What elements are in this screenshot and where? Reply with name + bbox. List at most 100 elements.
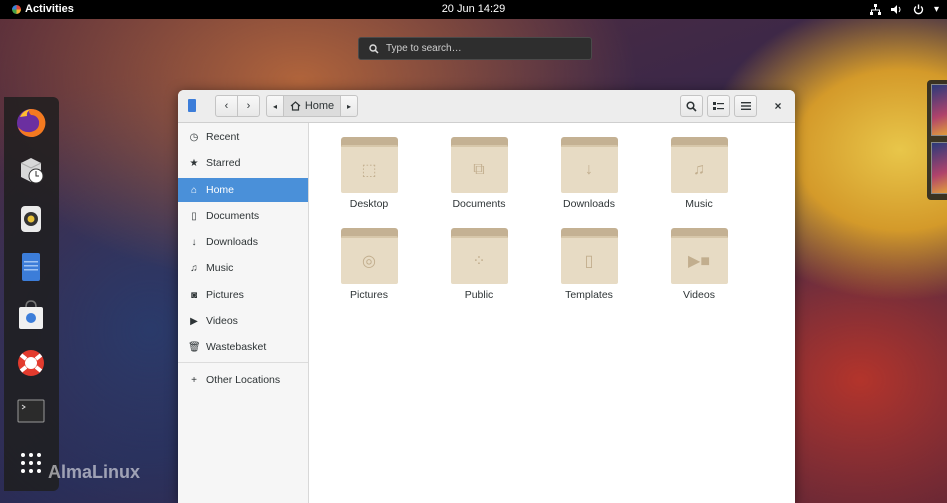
folder-icon: ⬚ xyxy=(340,137,398,193)
downloads-icon: ↓ xyxy=(585,161,593,178)
workspace-thumbnail[interactable] xyxy=(931,84,947,136)
sidebar-item-label: Wastebasket xyxy=(206,341,267,353)
search-input[interactable]: Type to search… xyxy=(358,37,592,60)
search-icon xyxy=(686,100,697,112)
video-icon: ▶ xyxy=(190,315,198,327)
folder-label: Videos xyxy=(683,289,715,301)
sidebar-item-label: Videos xyxy=(206,315,238,327)
folder-icon: ⁘ xyxy=(450,228,508,284)
music-icon: ♫ xyxy=(693,161,705,178)
firefox-icon[interactable] xyxy=(15,107,47,139)
network-icon xyxy=(869,4,881,15)
forward-button[interactable]: › xyxy=(237,95,260,117)
pictures-icon: ◎ xyxy=(362,253,376,270)
folder-label: Desktop xyxy=(349,198,389,210)
path-home-label: Home xyxy=(304,100,335,112)
top-bar: Activities 20 Jun 14:29 ▾ xyxy=(0,0,947,19)
list-view-icon xyxy=(713,101,724,110)
path-scroll-right[interactable]: ▸ xyxy=(340,95,358,117)
close-button[interactable]: × xyxy=(770,98,786,114)
share-icon: ⁘ xyxy=(472,253,486,270)
folder-videos[interactable]: ▶■ Videos xyxy=(649,228,749,308)
home-icon xyxy=(290,101,301,111)
chevron-down-icon: ▾ xyxy=(933,4,939,15)
almalinux-watermark: AlmaLinux xyxy=(48,462,140,483)
files-window: ‹ › ◂ Home ▸ × ◷ Recent ★ Starred ⌂ Home… xyxy=(178,90,795,503)
folder-label: Templates xyxy=(565,289,613,301)
software-bag-icon[interactable] xyxy=(15,299,47,331)
sidebar-separator xyxy=(178,362,308,363)
software-icon[interactable] xyxy=(15,155,47,187)
sidebar-item-label: Other Locations xyxy=(206,374,281,386)
sidebar-item-starred[interactable]: ★ Starred xyxy=(178,151,308,175)
system-tray[interactable]: ▾ xyxy=(869,0,939,19)
videos-icon: ▶■ xyxy=(688,253,710,270)
templates-icon: ▯ xyxy=(584,253,594,270)
sidebar-item-downloads[interactable]: ↓ Downloads xyxy=(178,230,308,254)
sidebar-item-recent[interactable]: ◷ Recent xyxy=(178,125,308,149)
sidebar-item-other-locations[interactable]: + Other Locations xyxy=(178,368,308,392)
workspace-thumbnail[interactable] xyxy=(931,142,947,194)
path-scroll-left[interactable]: ◂ xyxy=(266,95,284,117)
power-icon xyxy=(913,4,924,15)
brand-label: AlmaLinux xyxy=(48,462,141,482)
clock[interactable]: 20 Jun 14:29 xyxy=(0,0,947,19)
sidebar-item-wastebasket[interactable]: 🗑︎ Wastebasket xyxy=(178,335,308,359)
workspace-thumbnails[interactable] xyxy=(927,80,947,200)
sidebar-item-label: Documents xyxy=(206,210,260,222)
folder-icon: ⧉ xyxy=(450,137,508,193)
back-button[interactable]: ‹ xyxy=(215,95,238,117)
folder-desktop[interactable]: ⬚ Desktop xyxy=(319,137,419,217)
show-apps-icon[interactable] xyxy=(15,447,47,479)
chevron-right-icon: › xyxy=(246,100,251,112)
camera-icon: ◙ xyxy=(190,289,198,301)
music-icon: ♫ xyxy=(190,262,198,274)
search-placeholder: Type to search… xyxy=(386,43,462,54)
rhythmbox-icon[interactable] xyxy=(15,203,47,235)
plus-icon: + xyxy=(191,374,197,386)
documents-icon: ⧉ xyxy=(473,161,485,178)
sidebar-item-videos[interactable]: ▶ Videos xyxy=(178,309,308,333)
search-button[interactable] xyxy=(680,95,703,117)
folder-music[interactable]: ♫ Music xyxy=(649,137,749,217)
folder-label: Public xyxy=(464,289,494,301)
help-icon[interactable] xyxy=(15,347,47,379)
folder-label: Downloads xyxy=(563,198,615,210)
path-home-button[interactable]: Home xyxy=(283,95,341,117)
view-toggle-button[interactable] xyxy=(707,95,730,117)
folder-icon: ▶■ xyxy=(670,228,728,284)
sidebar-item-label: Downloads xyxy=(206,236,258,248)
sidebar-item-label: Recent xyxy=(206,131,240,143)
sidebar-item-label: Pictures xyxy=(206,289,244,301)
file-view: ⬚ Desktop ⧉ Documents ↓ Downloads ♫ Musi… xyxy=(309,123,795,503)
folder-icon: ♫ xyxy=(670,137,728,193)
sidebar-item-label: Starred xyxy=(206,157,241,169)
files-icon[interactable] xyxy=(15,251,47,283)
sidebar-item-pictures[interactable]: ◙ Pictures xyxy=(178,283,308,307)
folder-pictures[interactable]: ◎ Pictures xyxy=(319,228,419,308)
volume-icon xyxy=(890,5,901,14)
places-sidebar: ◷ Recent ★ Starred ⌂ Home ▯ Documents ↓ … xyxy=(178,123,309,503)
header-bar: ‹ › ◂ Home ▸ × xyxy=(178,90,795,123)
search-icon xyxy=(369,43,379,54)
folder-documents[interactable]: ⧉ Documents xyxy=(429,137,529,217)
dash xyxy=(4,97,59,491)
download-icon: ↓ xyxy=(191,236,197,248)
sidebar-item-music[interactable]: ♫ Music xyxy=(178,256,308,280)
folder-icon: ◎ xyxy=(340,228,398,284)
trash-icon: 🗑︎ xyxy=(188,341,201,353)
folder-icon: ▯ xyxy=(560,228,618,284)
sidebar-item-label: Home xyxy=(206,184,235,196)
menu-button[interactable] xyxy=(734,95,757,117)
folder-public[interactable]: ⁘ Public xyxy=(429,228,529,308)
files-app-icon xyxy=(188,99,196,112)
terminal-icon[interactable] xyxy=(15,395,47,427)
sidebar-item-home[interactable]: ⌂ Home xyxy=(178,178,308,202)
folder-templates[interactable]: ▯ Templates xyxy=(539,228,639,308)
desktop-icon: ⬚ xyxy=(361,162,377,179)
chevron-left-icon: ‹ xyxy=(224,100,229,112)
folder-label: Music xyxy=(685,198,713,210)
folder-downloads[interactable]: ↓ Downloads xyxy=(539,137,639,217)
sidebar-item-documents[interactable]: ▯ Documents xyxy=(178,204,308,228)
folder-icon: ↓ xyxy=(560,137,618,193)
